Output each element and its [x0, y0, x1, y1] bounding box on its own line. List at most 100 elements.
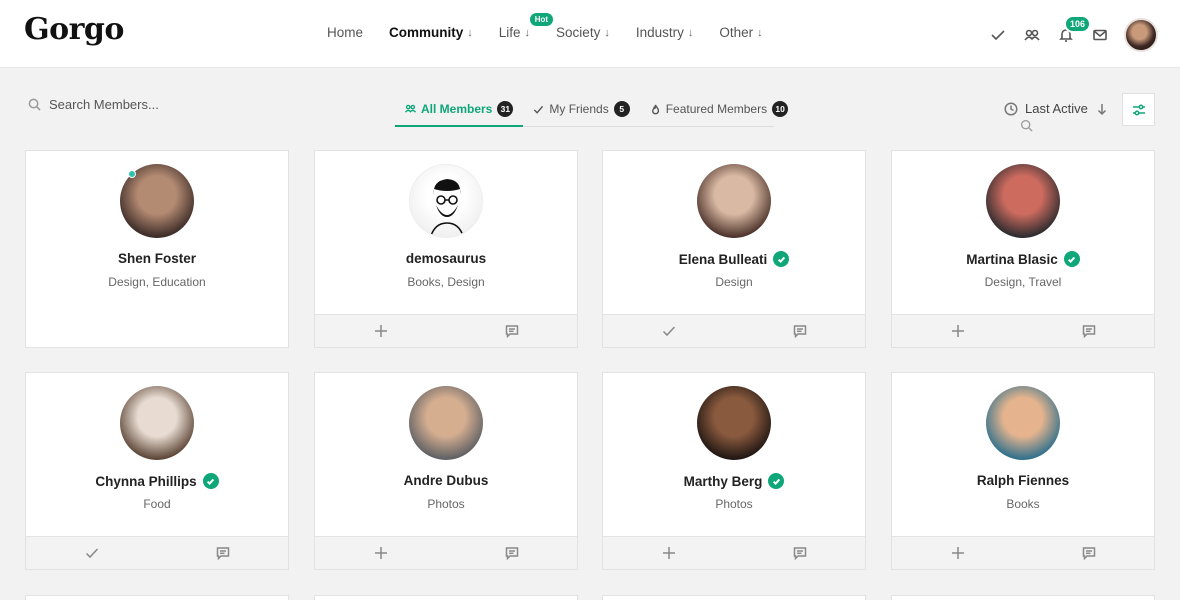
message-button[interactable] — [446, 537, 577, 569]
tab-my-friends[interactable]: My Friends 5 — [523, 92, 639, 126]
member-tags: Food — [143, 497, 171, 511]
arrow-down-icon: ↓ — [467, 26, 473, 39]
check-icon — [533, 104, 544, 115]
plus-icon — [374, 324, 388, 338]
message-button[interactable] — [734, 315, 865, 347]
member-tags: Design, Education — [108, 275, 206, 289]
check-icon — [662, 324, 676, 338]
member-actions — [892, 536, 1154, 569]
member-name[interactable]: Elena Bulleati — [679, 252, 768, 267]
verified-badge-icon — [202, 473, 219, 489]
tab-label: My Friends — [549, 102, 609, 116]
tab-count-badge: 31 — [497, 100, 514, 117]
message-button[interactable] — [1023, 537, 1154, 569]
add-friend-button[interactable] — [315, 315, 446, 347]
chat-icon — [1082, 546, 1096, 560]
header-actions: 106 — [974, 15, 1158, 132]
message-button[interactable] — [157, 537, 288, 569]
nav-label: Life — [498, 25, 521, 40]
message-button[interactable] — [1023, 315, 1154, 347]
chat-icon — [505, 324, 519, 338]
chat-icon — [216, 546, 230, 560]
member-card-peek — [602, 595, 866, 600]
tab-featured-members[interactable]: Featured Members 10 — [640, 92, 798, 126]
nav-item-society[interactable]: Society ↓ — [556, 25, 610, 40]
member-avatar[interactable] — [986, 386, 1060, 460]
flame-icon — [650, 104, 661, 115]
nav-item-other[interactable]: Other ↓ — [719, 25, 762, 40]
add-friend-button[interactable] — [315, 537, 446, 569]
member-tags: Photos — [427, 497, 465, 511]
user-avatar[interactable] — [1124, 18, 1158, 52]
member-tabs: All Members 31 My Friends 5 Featured Members… — [395, 92, 789, 127]
arrow-down-icon: ↓ — [757, 26, 763, 39]
friend-status-button[interactable] — [26, 537, 157, 569]
member-name[interactable]: Ralph Fiennes — [977, 473, 1069, 488]
chat-icon — [505, 546, 519, 560]
check-icon — [85, 546, 99, 560]
sort-label: Last Active — [1025, 101, 1088, 116]
verified-badge-icon — [768, 473, 785, 489]
member-avatar[interactable] — [697, 164, 771, 238]
arrow-down-icon: ↓ — [604, 26, 610, 39]
member-card: Andre Dubus Photos — [314, 372, 578, 570]
search-input[interactable] — [49, 97, 249, 112]
plus-icon — [951, 324, 965, 338]
nav-label: Industry — [635, 25, 684, 40]
member-name[interactable]: Martina Blasic — [966, 252, 1058, 267]
member-tags: Design, Travel — [984, 275, 1062, 289]
plus-icon — [662, 546, 676, 560]
member-name[interactable]: Andre Dubus — [404, 473, 489, 488]
nav-item-life[interactable]: Life ↓ Hot — [498, 13, 554, 40]
message-button[interactable] — [446, 315, 577, 347]
search-icon — [28, 98, 41, 111]
member-tags: Books, Design — [407, 275, 485, 289]
check-icon[interactable] — [988, 25, 1008, 45]
arrow-down-icon: ↓ — [687, 26, 694, 39]
member-name-row: Ralph Fiennes — [892, 473, 1154, 488]
member-name[interactable]: Chynna Phillips — [95, 474, 196, 489]
add-friend-button[interactable] — [892, 537, 1023, 569]
tab-count-badge: 5 — [613, 101, 630, 117]
sort-dropdown[interactable]: Last Active — [1004, 101, 1109, 116]
member-name-row: Andre Dubus — [315, 473, 577, 488]
nav-item-community[interactable]: Community ↓ — [389, 25, 473, 40]
member-avatar[interactable] — [986, 164, 1060, 238]
site-logo[interactable]: Gorgo — [24, 12, 124, 47]
member-card: Chynna Phillips Food — [25, 372, 289, 570]
illustrated-face-icon — [429, 179, 465, 237]
search-icon[interactable] — [1016, 115, 1036, 135]
tab-label: All Members — [421, 101, 493, 116]
mail-icon[interactable] — [1090, 25, 1110, 45]
member-avatar[interactable] — [120, 386, 194, 460]
member-name[interactable]: demosaurus — [406, 251, 486, 266]
group-icon — [405, 103, 416, 114]
nav-item-home[interactable]: Home — [327, 25, 363, 40]
member-card: demosaurus Books, Design — [314, 150, 578, 348]
sliders-icon — [1132, 104, 1145, 115]
verified-badge-icon — [773, 251, 790, 267]
tab-label: Featured Members — [665, 102, 768, 116]
nav-label: Community — [389, 25, 464, 40]
add-friend-button[interactable] — [603, 537, 734, 569]
tab-count-badge: 10 — [772, 101, 789, 117]
member-name[interactable]: Shen Foster — [118, 251, 196, 266]
member-name-row: Elena Bulleati — [603, 251, 865, 267]
tab-all-members[interactable]: All Members 31 — [395, 92, 524, 127]
friend-status-button[interactable] — [603, 315, 734, 347]
member-avatar[interactable] — [409, 386, 483, 460]
arrow-down-icon: ↓ — [524, 26, 531, 39]
member-card: Marthy Berg Photos — [602, 372, 866, 570]
member-name[interactable]: Marthy Berg — [684, 474, 763, 489]
clock-icon — [1004, 101, 1018, 116]
member-avatar[interactable] — [409, 164, 483, 238]
member-avatar[interactable] — [697, 386, 771, 460]
nav-label: Home — [327, 25, 364, 40]
add-friend-button[interactable] — [892, 315, 1023, 347]
bell-icon[interactable]: 106 — [1056, 15, 1092, 45]
friends-icon[interactable] — [1022, 25, 1042, 45]
message-button[interactable] — [734, 537, 865, 569]
filter-button[interactable] — [1122, 93, 1155, 126]
nav-item-industry[interactable]: Industry ↓ — [636, 25, 694, 40]
chat-icon — [793, 546, 807, 560]
